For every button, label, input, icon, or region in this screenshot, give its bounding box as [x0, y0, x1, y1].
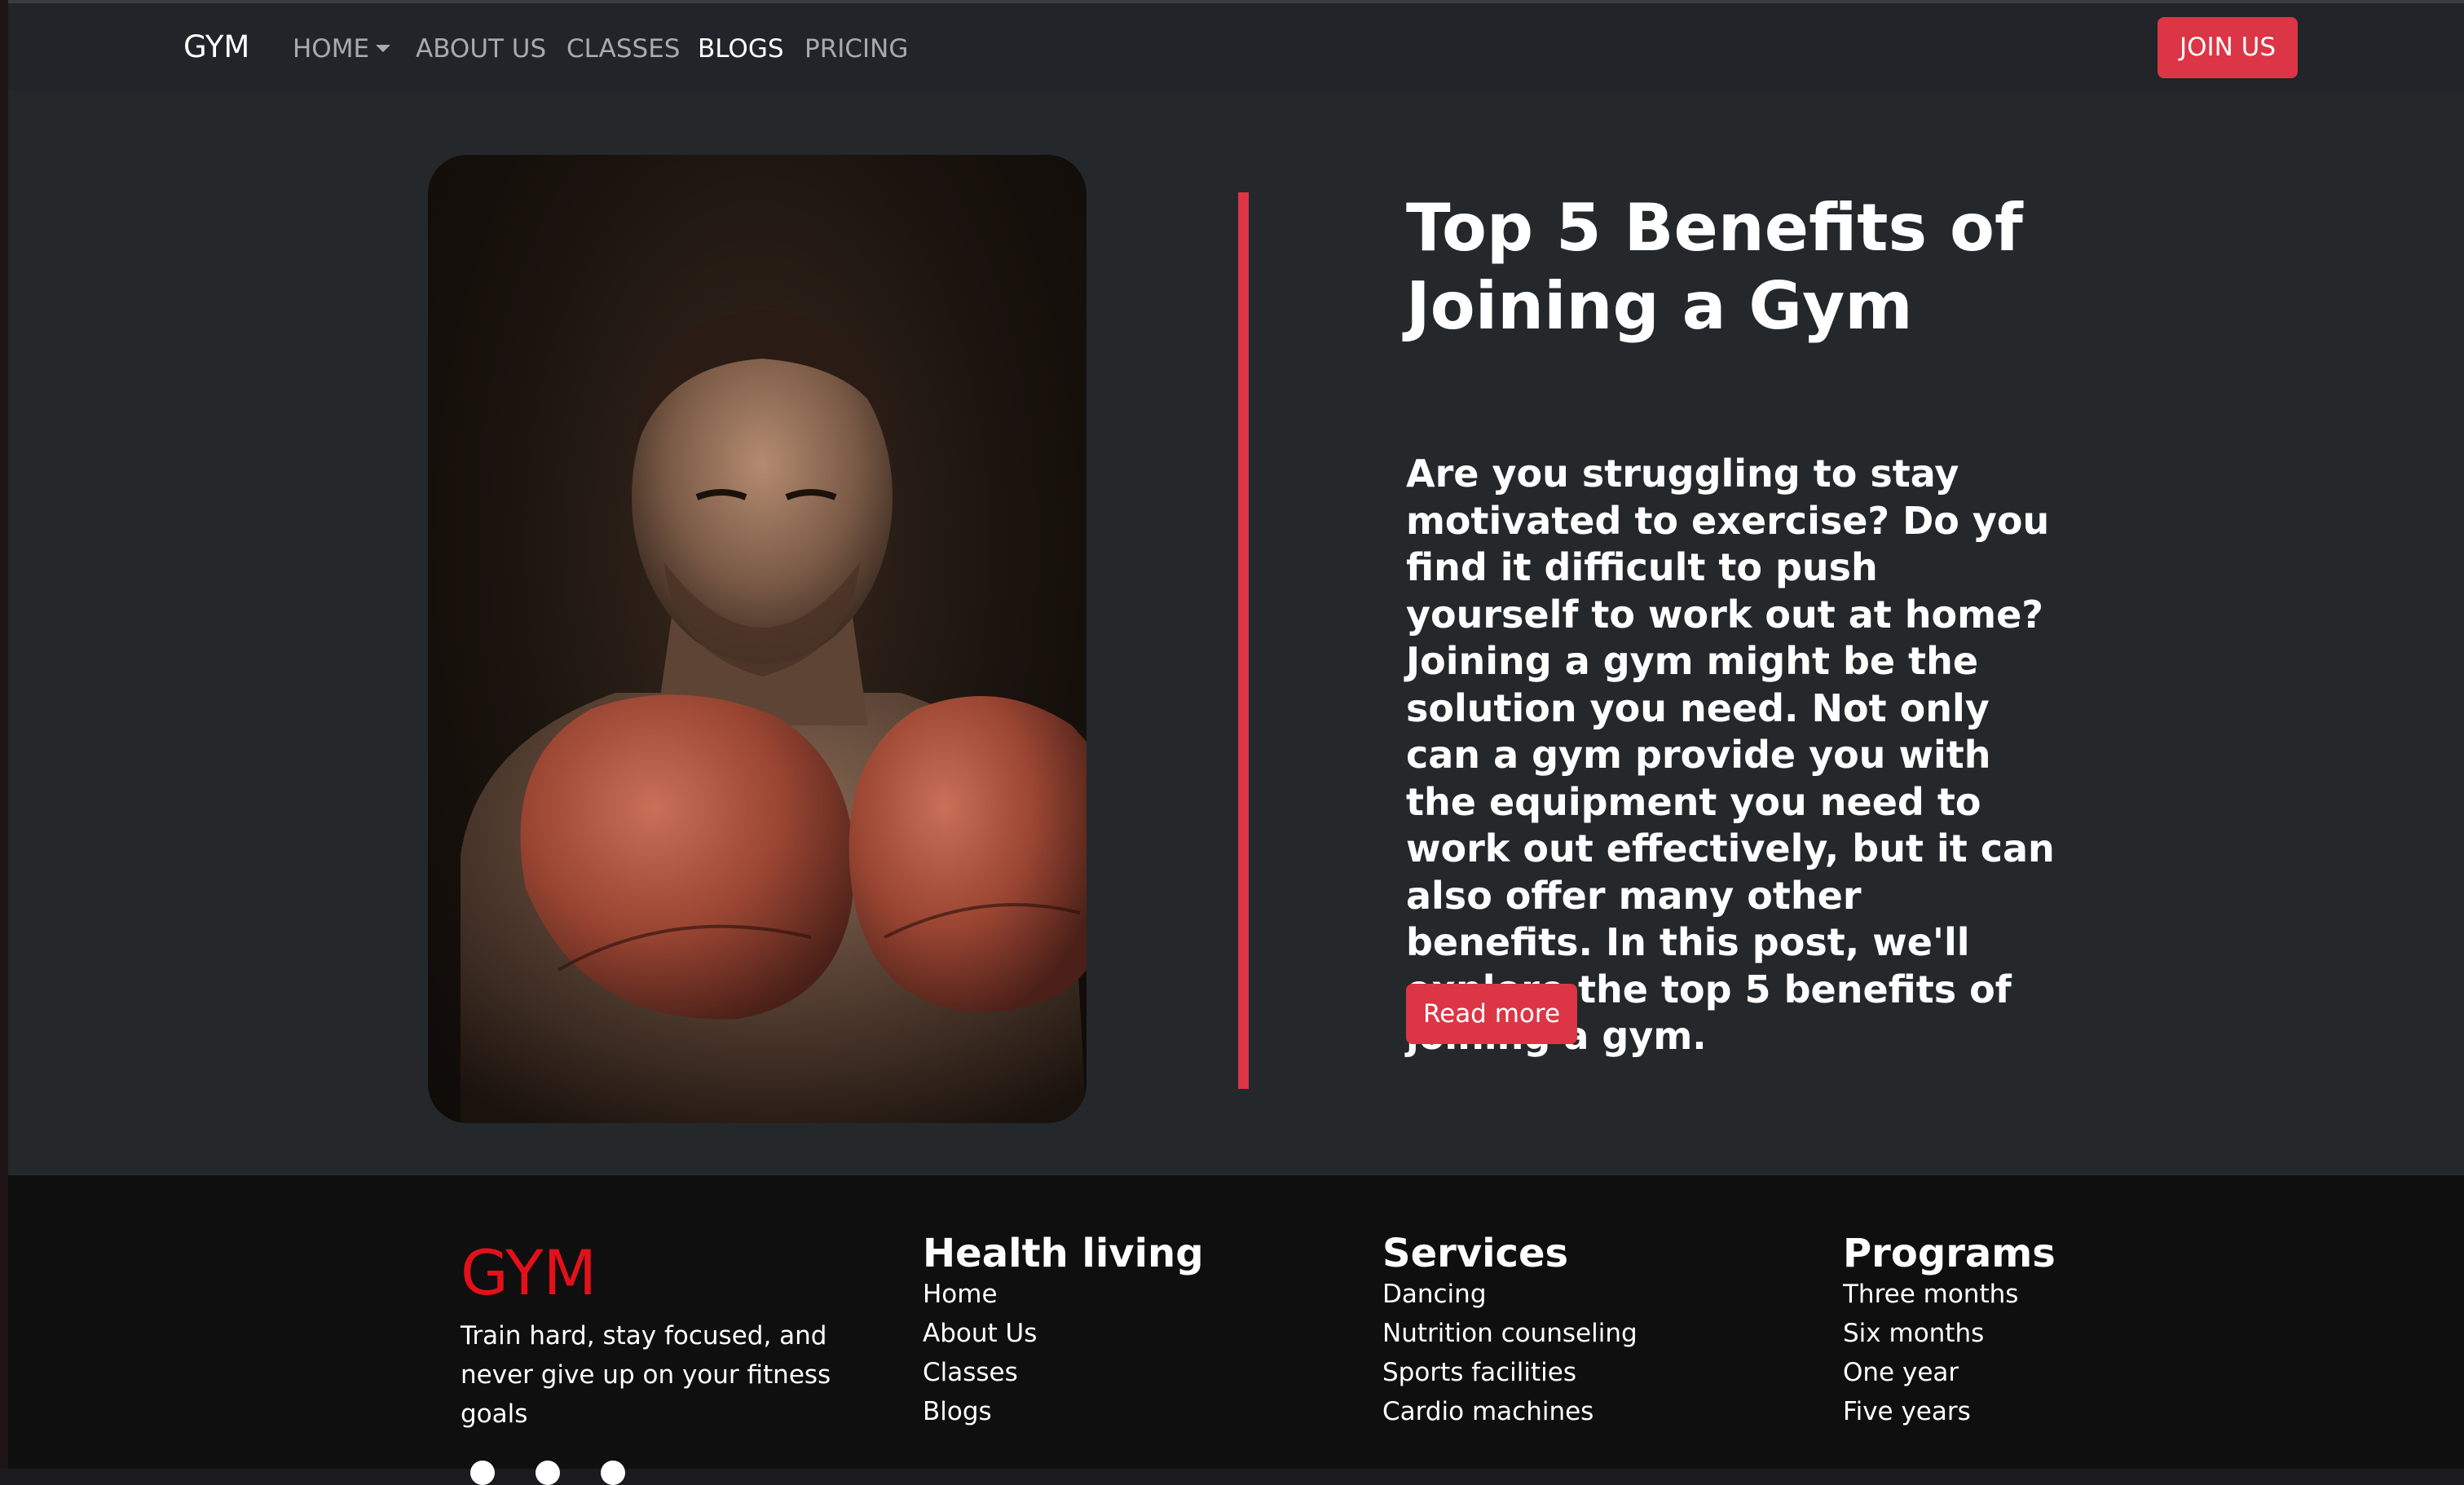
footer-link-blogs[interactable]: Blogs — [923, 1397, 992, 1426]
footer-column-title-services: Services — [1382, 1231, 1569, 1276]
nav-item-about-us[interactable]: ABOUT US — [416, 33, 546, 65]
list-item: Six months — [1843, 1314, 2018, 1353]
footer-link-five-years[interactable]: Five years — [1843, 1397, 1971, 1426]
footer: GYM Train hard, stay focused, and never … — [8, 1175, 2464, 1485]
list-item: Three months — [1843, 1275, 2018, 1314]
footer-logo: GYM — [461, 1236, 597, 1309]
footer-link-three-months[interactable]: Three months — [1843, 1280, 2018, 1309]
window-edge — [0, 0, 8, 1469]
boxer-photo — [428, 155, 1087, 1123]
footer-links-programs: Three months Six months One year Five ye… — [1843, 1275, 2018, 1431]
social-icon-3[interactable] — [601, 1461, 625, 1485]
nav-item-home-label: HOME — [293, 34, 370, 64]
list-item: Home — [923, 1275, 1037, 1314]
footer-link-sports-facilities[interactable]: Sports facilities — [1382, 1358, 1576, 1387]
boxer-illustration — [461, 310, 1087, 1123]
accent-divider — [1238, 192, 1249, 1089]
footer-column-title-programs: Programs — [1843, 1231, 2056, 1276]
footer-link-about-us[interactable]: About Us — [923, 1319, 1037, 1348]
list-item: Five years — [1843, 1392, 2018, 1431]
list-item: About Us — [923, 1314, 1037, 1353]
page: GYM HOME ABOUT US CLASSES BLOGS PRICING … — [8, 0, 2464, 1485]
footer-link-cardio-machines[interactable]: Cardio machines — [1382, 1397, 1593, 1426]
navbar: GYM HOME ABOUT US CLASSES BLOGS PRICING … — [8, 3, 2464, 91]
list-item: Nutrition counseling — [1382, 1314, 1638, 1353]
footer-column-title-health-living: Health living — [923, 1231, 1204, 1276]
footer-link-classes[interactable]: Classes — [923, 1358, 1018, 1387]
nav-item-pricing[interactable]: PRICING — [804, 33, 908, 65]
footer-link-home[interactable]: Home — [923, 1280, 998, 1309]
navbar-brand[interactable]: GYM — [183, 29, 249, 65]
list-item: Classes — [923, 1353, 1037, 1392]
footer-links-health-living: Home About Us Classes Blogs — [923, 1275, 1037, 1431]
footer-tagline: Train hard, stay focused, and never give… — [461, 1321, 831, 1429]
post-excerpt: Are you struggling to stay motivated to … — [1406, 452, 2055, 1058]
list-item: Dancing — [1382, 1275, 1638, 1314]
nav-item-classes[interactable]: CLASSES — [566, 33, 680, 65]
post-title: Top 5 Benefits of Joining a Gym — [1406, 190, 2023, 344]
list-item: Sports facilities — [1382, 1353, 1638, 1392]
footer-link-one-year[interactable]: One year — [1843, 1358, 1959, 1387]
footer-links-services: Dancing Nutrition counseling Sports faci… — [1382, 1275, 1638, 1431]
social-icon-1[interactable] — [470, 1461, 495, 1485]
chevron-down-icon — [376, 45, 391, 52]
nav-item-home[interactable]: HOME — [293, 33, 391, 65]
footer-link-six-months[interactable]: Six months — [1843, 1319, 1984, 1348]
list-item: One year — [1843, 1353, 2018, 1392]
nav-item-blogs[interactable]: BLOGS — [698, 33, 784, 65]
list-item: Cardio machines — [1382, 1392, 1638, 1431]
join-us-button[interactable]: JOIN US — [2158, 17, 2298, 78]
footer-link-dancing[interactable]: Dancing — [1382, 1280, 1487, 1309]
footer-link-nutrition-counseling[interactable]: Nutrition counseling — [1382, 1319, 1638, 1348]
social-icon-2[interactable] — [536, 1461, 560, 1485]
read-more-button[interactable]: Read more — [1406, 984, 1577, 1044]
list-item: Blogs — [923, 1392, 1037, 1431]
